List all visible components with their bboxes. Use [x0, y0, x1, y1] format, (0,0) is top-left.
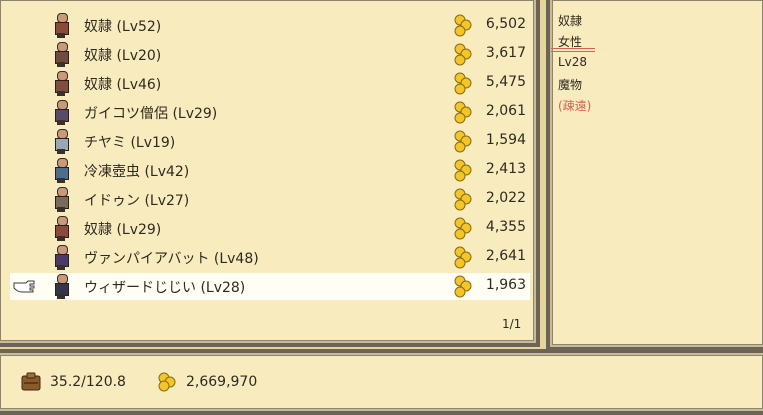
item-price: 6,502 [485, 16, 526, 32]
pointing-hand-cursor-icon [12, 278, 38, 294]
monster-sprite-icon [52, 158, 70, 183]
gold-coins-icon [452, 158, 474, 184]
gold-coins-icon [452, 100, 474, 126]
gold-coins-icon [452, 245, 474, 271]
info-relationship: (疎遠) [558, 99, 592, 113]
item-price: 2,061 [485, 103, 526, 119]
shop-item-row[interactable]: 冷凍壺虫 (Lv42) 2,413 [10, 157, 530, 184]
monster-sprite-icon [52, 245, 70, 270]
monster-sprite-icon [52, 129, 70, 154]
shop-item-row[interactable]: 奴隷 (Lv29) 4,355 [10, 215, 530, 242]
monster-sprite-icon [52, 187, 70, 212]
monster-sprite-icon [52, 42, 70, 67]
item-name: チヤミ (Lv19) [84, 135, 176, 151]
gold-coins-icon [452, 187, 474, 213]
bag-icon [21, 372, 41, 391]
shop-item-row[interactable]: チヤミ (Lv19) 1,594 [10, 128, 530, 155]
info-category: 奴隷 [558, 14, 583, 28]
shop-item-row[interactable]: ウィザードじじい (Lv28) 1,963 [10, 273, 530, 300]
gold-coins-icon [452, 71, 474, 97]
item-price: 4,355 [485, 219, 526, 235]
shop-item-row[interactable]: 奴隷 (Lv46) 5,475 [10, 70, 530, 97]
item-name: ヴァンパイアバット (Lv48) [84, 251, 259, 267]
item-name: 冷凍壺虫 (Lv42) [84, 164, 190, 180]
monster-sprite-icon [52, 100, 70, 125]
shop-item-row[interactable]: ガイコツ僧侶 (Lv29) 2,061 [10, 99, 530, 126]
monster-sprite-icon [52, 13, 70, 38]
item-name: ウィザードじじい (Lv28) [84, 280, 246, 296]
gold-coins-icon [452, 274, 474, 300]
gold-coins-icon [452, 129, 474, 155]
item-price: 2,022 [485, 190, 526, 206]
item-info-panel [546, 0, 763, 351]
shop-item-row[interactable]: ヴァンパイアバット (Lv48) 2,641 [10, 244, 530, 271]
carry-weight: 35.2/120.8 [50, 374, 126, 390]
gender-underline [551, 48, 595, 49]
monster-sprite-icon [52, 274, 70, 299]
info-level: Lv28 [558, 55, 588, 69]
shop-item-row[interactable]: イドゥン (Lv27) 2,022 [10, 186, 530, 213]
item-name: 奴隷 (Lv20) [84, 48, 162, 64]
info-race: 魔物 [558, 78, 583, 92]
item-price: 5,475 [485, 74, 526, 90]
item-name: ガイコツ僧侶 (Lv29) [84, 106, 218, 122]
item-name: 奴隷 (Lv52) [84, 19, 162, 35]
shop-item-row[interactable]: 奴隷 (Lv52) 6,502 [10, 12, 530, 39]
gold-coins-icon [452, 42, 474, 68]
item-price: 1,594 [485, 132, 526, 148]
monster-sprite-icon [52, 71, 70, 96]
shop-item-row[interactable]: 奴隷 (Lv20) 3,617 [10, 41, 530, 68]
item-name: 奴隷 (Lv46) [84, 77, 162, 93]
gold-coins-icon [452, 13, 474, 39]
item-price: 2,641 [485, 248, 526, 264]
gold-coins-icon [452, 216, 474, 242]
gold-amount: 2,669,970 [186, 374, 258, 390]
gold-coins-icon [158, 372, 176, 392]
item-name: イドゥン (Lv27) [84, 193, 190, 209]
monster-sprite-icon [52, 216, 70, 241]
item-price: 3,617 [485, 45, 526, 61]
item-price: 1,963 [485, 277, 526, 293]
item-price: 2,413 [485, 161, 526, 177]
gender-underline-2 [551, 51, 595, 52]
item-name: 奴隷 (Lv29) [84, 222, 162, 238]
page-indicator: 1/1 [502, 317, 522, 331]
